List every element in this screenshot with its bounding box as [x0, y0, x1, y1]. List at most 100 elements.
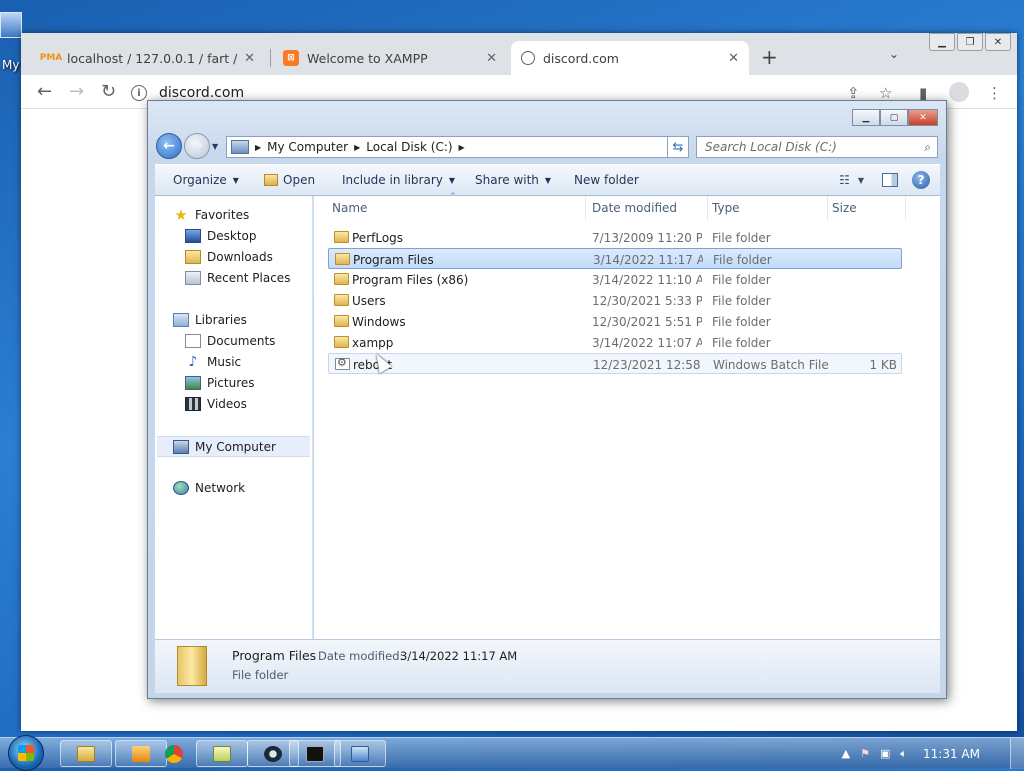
breadcrumb-arrow-icon[interactable]: ▶ — [459, 143, 465, 152]
nav-downloads[interactable]: Downloads — [185, 250, 273, 264]
globe-icon — [521, 51, 535, 65]
menu-icon[interactable]: ⋮ — [987, 84, 1002, 102]
taskbar-explorer[interactable] — [60, 740, 112, 767]
close-tab-icon[interactable]: ✕ — [486, 51, 497, 66]
show-hidden-icons-icon[interactable]: ▲ — [842, 747, 850, 760]
share-with-button[interactable]: Share with ▼ — [475, 173, 551, 187]
file-type: File folder — [712, 315, 771, 329]
nav-libraries[interactable]: Libraries — [173, 313, 247, 327]
tab-xampp[interactable]: ⊠ Welcome to XAMPP ✕ — [273, 41, 507, 75]
column-type[interactable]: Type — [708, 196, 828, 220]
action-center-flag-icon[interactable]: ⚑ — [860, 747, 870, 760]
profile-avatar-icon[interactable] — [949, 82, 969, 102]
music-icon: ♪ — [188, 354, 198, 370]
desktop-computer-icon[interactable] — [0, 12, 22, 38]
network-status-icon[interactable]: ▣ — [880, 747, 890, 760]
restore-button[interactable]: ❐ — [957, 33, 983, 51]
navigation-pane: ★ Favorites Desktop Downloads Recent Plac… — [155, 196, 313, 639]
tab-discord[interactable]: discord.com ✕ — [511, 41, 749, 75]
file-name: Windows — [352, 315, 406, 329]
start-button[interactable] — [8, 735, 44, 771]
tab-search-button[interactable]: ⌄ — [889, 47, 899, 61]
column-name[interactable]: ⌃ Name — [328, 192, 586, 220]
explorer-address-bar[interactable]: ▶ My Computer ▶ Local Disk (C:) ▶ ▼ — [226, 136, 687, 158]
close-button[interactable]: ✕ — [908, 109, 938, 126]
xampp-icon: ⊠ — [283, 50, 299, 66]
view-dropdown-icon[interactable]: ▼ — [858, 176, 864, 185]
nav-documents[interactable]: Documents — [185, 334, 275, 348]
nav-pictures[interactable]: Pictures — [185, 376, 255, 390]
details-modified-label: Date modified: — [318, 649, 404, 663]
tab-phpmyadmin[interactable]: PMA localhost / 127.0.0.1 / fart / g | p… — [33, 41, 265, 75]
file-row[interactable]: Program Files (x86) 3/14/2022 11:10 AM F… — [328, 269, 902, 290]
minimize-button[interactable]: ▁ — [929, 33, 955, 51]
taskbar-remote-desktop[interactable] — [334, 740, 386, 767]
taskbar-chrome[interactable] — [148, 740, 200, 767]
help-icon[interactable]: ? — [912, 171, 930, 189]
column-date-modified[interactable]: Date modified — [588, 196, 708, 220]
forward-button[interactable]: → — [184, 133, 210, 159]
back-button[interactable]: ← — [37, 81, 52, 102]
nav-recent-places[interactable]: Recent Places — [185, 271, 290, 285]
file-list: ⌃ Name Date modified Type Size PerfLogs … — [314, 192, 940, 639]
folder-icon — [334, 315, 349, 327]
file-date: 3/14/2022 11:17 AM — [593, 253, 703, 267]
minimize-button[interactable]: ▁ — [852, 109, 880, 126]
search-icon[interactable]: ⌕ — [924, 140, 931, 155]
breadcrumb-arrow-icon[interactable]: ▶ — [255, 143, 261, 152]
refresh-button[interactable]: ⇆ — [667, 136, 689, 158]
nav-my-computer[interactable]: My Computer — [157, 436, 310, 457]
taskbar-notepad[interactable] — [196, 740, 248, 767]
file-name: Program Files — [353, 253, 434, 267]
preview-pane-icon[interactable] — [882, 173, 898, 187]
file-date: 3/14/2022 11:10 AM — [592, 273, 702, 287]
breadcrumb-local-disk[interactable]: Local Disk (C:) — [366, 140, 452, 154]
new-folder-button[interactable]: New folder — [574, 173, 639, 187]
volume-icon[interactable]: 🔈︎ — [900, 747, 907, 761]
organize-button[interactable]: Organize ▼ — [173, 173, 239, 187]
back-button[interactable]: ← — [156, 133, 182, 159]
column-size[interactable]: Size — [828, 196, 906, 220]
sort-ascending-icon: ⌃ — [449, 192, 457, 202]
folder-icon — [334, 294, 349, 306]
recent-pages-dropdown[interactable]: ▼ — [212, 142, 218, 151]
tab-label: discord.com — [543, 50, 619, 66]
folder-icon — [334, 336, 349, 348]
clock[interactable]: 11:31 AM — [923, 747, 980, 761]
site-info-icon[interactable]: i — [131, 85, 147, 101]
libraries-icon — [173, 313, 189, 327]
nav-label: My Computer — [195, 439, 276, 454]
nav-favorites[interactable]: ★ Favorites — [173, 208, 250, 223]
reload-button[interactable]: ↻ — [101, 81, 116, 102]
search-input[interactable]: Search Local Disk (C:) ⌕ — [696, 136, 938, 158]
breadcrumb-my-computer[interactable]: My Computer — [267, 140, 348, 154]
folder-icon — [334, 273, 349, 285]
nav-label: Network — [195, 481, 246, 495]
file-row[interactable]: Windows 12/30/2021 5:51 PM File folder — [328, 311, 902, 332]
pictures-icon — [185, 376, 201, 390]
file-name: Users — [352, 294, 386, 308]
include-in-library-button[interactable]: Include in library ▼ — [342, 173, 455, 187]
close-button[interactable]: ✕ — [985, 33, 1011, 51]
nav-music[interactable]: ♪ Music — [185, 354, 242, 370]
new-tab-button[interactable]: + — [761, 45, 778, 69]
steam-icon — [264, 745, 282, 762]
close-tab-icon[interactable]: ✕ — [728, 51, 739, 66]
file-row[interactable]: Users 12/30/2021 5:33 PM File folder — [328, 290, 902, 311]
file-row[interactable]: Program Files 3/14/2022 11:17 AM File fo… — [328, 248, 902, 269]
nav-desktop[interactable]: Desktop — [185, 229, 257, 243]
browser-window-controls: ▁ ❐ ✕ — [927, 33, 1011, 51]
nav-label: Favorites — [195, 208, 250, 222]
file-row[interactable]: xampp 3/14/2022 11:07 AM File folder — [328, 332, 902, 353]
file-row[interactable]: reboot 12/23/2021 12:58 ... Windows Batc… — [328, 353, 902, 374]
open-button[interactable]: Open — [264, 173, 315, 187]
close-tab-icon[interactable]: ✕ — [244, 51, 255, 66]
change-view-icon[interactable]: ☷ — [839, 173, 850, 187]
breadcrumb-arrow-icon[interactable]: ▶ — [354, 143, 360, 152]
nav-network[interactable]: Network — [173, 481, 245, 495]
show-desktop-button[interactable] — [1010, 738, 1024, 769]
nav-videos[interactable]: Videos — [185, 397, 247, 411]
forward-button[interactable]: → — [69, 81, 84, 102]
file-row[interactable]: PerfLogs 7/13/2009 11:20 PM File folder — [328, 227, 902, 248]
maximize-button[interactable]: ▢ — [880, 109, 908, 126]
